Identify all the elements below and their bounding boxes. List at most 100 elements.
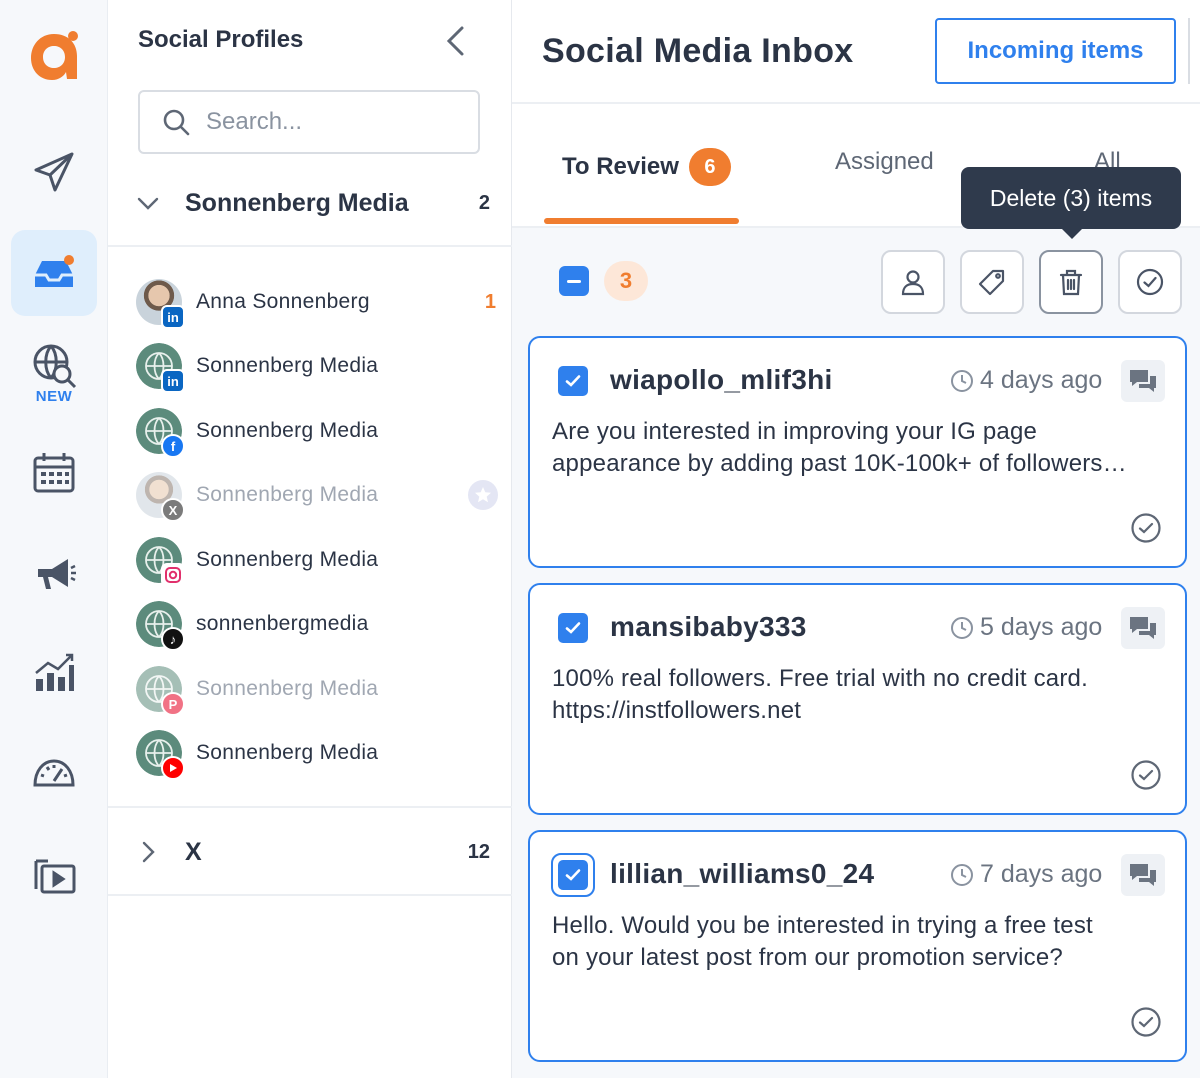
card-message-line: on your latest post from our promotion s… xyxy=(552,944,1063,971)
card-checkbox[interactable] xyxy=(551,853,595,897)
divider xyxy=(108,894,512,896)
nav-reports[interactable] xyxy=(11,630,97,716)
app-nav-rail: NEW xyxy=(0,0,108,1078)
page-title: Social Media Inbox xyxy=(542,32,854,70)
profile-name: sonnenbergmedia xyxy=(196,612,369,635)
globe-search-icon xyxy=(33,344,77,388)
card-username[interactable]: mansibaby333 xyxy=(610,611,807,643)
assign-button[interactable] xyxy=(881,250,945,314)
avatar xyxy=(136,730,185,780)
delete-button[interactable] xyxy=(1039,250,1103,314)
profile-name: Sonnenberg Media xyxy=(196,677,379,700)
group-count: 12 xyxy=(467,840,490,863)
message-type-badge xyxy=(1121,854,1165,896)
card-timestamp: 4 days ago xyxy=(950,366,1102,395)
tab-label: Assigned xyxy=(835,148,934,175)
card-checkbox[interactable] xyxy=(558,613,588,643)
nav-listening[interactable]: NEW xyxy=(11,330,97,416)
profile-name: Sonnenberg Media xyxy=(196,419,379,442)
card-username[interactable]: lillian_williams0_24 xyxy=(610,858,874,890)
search-input[interactable] xyxy=(206,108,456,136)
social-profiles-panel: Social Profiles Sonnenberg Media 2 in An… xyxy=(108,0,512,1078)
favorite-star-button[interactable] xyxy=(468,480,498,510)
nav-advocacy[interactable] xyxy=(11,530,97,616)
avatar: P xyxy=(136,666,185,716)
tab-label: To Review xyxy=(562,153,679,180)
check-circle-icon[interactable] xyxy=(1130,512,1162,544)
tag-icon xyxy=(978,269,1005,296)
chat-bubbles-icon xyxy=(1130,617,1156,639)
profile-item[interactable]: X Sonnenberg Media xyxy=(136,469,498,522)
chat-bubbles-icon xyxy=(1130,370,1156,392)
clock-icon xyxy=(951,616,973,639)
profile-item[interactable]: in Sonnenberg Media xyxy=(136,340,496,393)
chat-bubbles-icon xyxy=(1130,864,1156,886)
minus-icon xyxy=(567,279,581,283)
avatar: in xyxy=(136,343,185,393)
tab-to-review[interactable]: To Review 6 xyxy=(562,148,731,186)
check-circle-icon[interactable] xyxy=(1130,759,1162,791)
group-name: X xyxy=(185,837,202,866)
checkmark-icon xyxy=(565,622,581,634)
card-message-line: 100% real followers. Free trial with no … xyxy=(552,665,1088,692)
card-timestamp: 7 days ago xyxy=(950,860,1102,889)
nav-videos[interactable] xyxy=(11,832,97,918)
profile-item[interactable]: Sonnenberg Media xyxy=(136,534,496,587)
avatar: f xyxy=(136,408,185,458)
nav-calendar[interactable] xyxy=(11,430,97,516)
inbox-main: Social Media Inbox Incoming items To Rev… xyxy=(512,0,1200,1078)
nav-inbox[interactable] xyxy=(11,230,97,316)
card-username[interactable]: wiapollo_mlif3hi xyxy=(610,364,833,396)
facebook-icon: f xyxy=(161,434,185,458)
check-circle-icon[interactable] xyxy=(1130,1006,1162,1038)
card-message: Hello. Would you be interested in trying… xyxy=(552,910,1172,974)
tiktok-icon: ♪ xyxy=(161,627,185,651)
chevron-right-icon xyxy=(142,841,155,863)
profile-unread-count: 1 xyxy=(484,290,496,313)
avatar xyxy=(136,537,185,587)
collapse-panel-button[interactable] xyxy=(438,24,472,58)
search-icon xyxy=(163,109,190,136)
inbox-card[interactable]: wiapollo_mlif3hi 4 days ago Are you inte… xyxy=(528,336,1187,568)
tab-count-badge: 6 xyxy=(688,148,731,186)
mark-reviewed-button[interactable] xyxy=(1118,250,1182,314)
group-count: 2 xyxy=(478,191,490,214)
card-checkbox[interactable] xyxy=(558,366,588,396)
tag-button[interactable] xyxy=(960,250,1024,314)
card-timestamp: 5 days ago xyxy=(950,613,1102,642)
profile-search[interactable] xyxy=(138,90,480,154)
nav-publishing[interactable] xyxy=(11,129,97,215)
profile-item[interactable]: Sonnenberg Media xyxy=(136,727,496,780)
inbox-header: Social Media Inbox Incoming items xyxy=(512,0,1200,104)
tab-assigned[interactable]: Assigned xyxy=(835,148,934,176)
profile-item[interactable]: in Anna Sonnenberg 1 xyxy=(136,276,496,329)
incoming-items-button[interactable]: Incoming items xyxy=(935,18,1176,84)
clock-icon xyxy=(951,863,973,886)
profile-name: Sonnenberg Media xyxy=(196,354,379,377)
profile-name: Anna Sonnenberg xyxy=(196,290,370,313)
delete-tooltip: Delete (3) items xyxy=(961,167,1181,239)
inbox-card[interactable]: lillian_williams0_24 7 days ago Hello. W… xyxy=(528,830,1187,1062)
card-time-text: 7 days ago xyxy=(980,860,1103,888)
profile-item[interactable]: ♪ sonnenbergmedia xyxy=(136,598,496,651)
select-all-checkbox[interactable] xyxy=(559,266,589,296)
selected-count-badge: 3 xyxy=(604,261,648,301)
profile-group-x[interactable]: X 12 xyxy=(108,808,512,896)
checkmark-icon xyxy=(565,869,581,881)
checkmark-icon xyxy=(565,375,581,387)
x-icon: X xyxy=(161,498,185,522)
card-message-line: https://instfollowers.net xyxy=(552,697,802,724)
profiles-title: Social Profiles xyxy=(138,26,304,53)
user-icon xyxy=(901,270,925,296)
profile-item[interactable]: P Sonnenberg Media xyxy=(136,663,496,716)
card-message: 100% real followers. Free trial with no … xyxy=(552,663,1172,727)
inbox-card[interactable]: mansibaby333 5 days ago 100% real follow… xyxy=(528,583,1187,815)
calendar-icon xyxy=(33,453,75,493)
agorapulse-logo[interactable] xyxy=(26,28,82,84)
profile-item[interactable]: f Sonnenberg Media xyxy=(136,405,496,458)
profile-group-sonnenberg[interactable]: Sonnenberg Media 2 xyxy=(108,159,512,247)
card-message-line: Hello. Would you be interested in trying… xyxy=(552,912,1093,939)
bar-chart-icon xyxy=(35,653,74,691)
card-message-line: Are you interested in improving your IG … xyxy=(552,418,1038,445)
nav-dashboard[interactable] xyxy=(11,730,97,816)
